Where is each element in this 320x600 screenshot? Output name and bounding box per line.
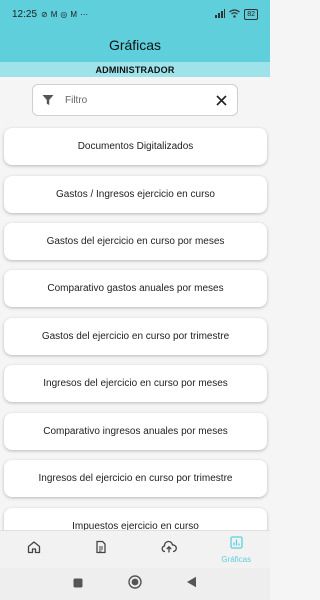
nav-documents[interactable] — [68, 531, 136, 568]
list-item-label: Documentos Digitalizados — [77, 141, 194, 152]
nav-graficas[interactable]: Gráficas — [203, 531, 271, 568]
gmail-icon: M — [70, 9, 78, 19]
recents-button[interactable] — [68, 574, 88, 594]
sync-off-icon: ⊘ — [41, 9, 48, 19]
list-item[interactable]: Impuestos ejercicio en curso — [4, 508, 267, 530]
more-icon: ⋯ — [80, 9, 89, 19]
list-item[interactable]: Gastos del ejercicio en curso por trimes… — [4, 318, 267, 355]
wifi-icon — [229, 8, 241, 20]
cloud-upload-icon — [161, 540, 177, 559]
page-title: Gráficas — [108, 37, 162, 53]
close-icon[interactable] — [213, 92, 229, 108]
list-item-label: Ingresos del ejercicio en curso por trim… — [38, 473, 233, 484]
signal-icon — [215, 8, 226, 20]
bottom-nav: Gráficas — [0, 530, 270, 568]
filter-input[interactable] — [65, 94, 213, 106]
list-item[interactable]: Comparativo ingresos anuales por meses — [4, 413, 267, 450]
nav-upload[interactable] — [135, 531, 203, 568]
list-item[interactable]: Comparativo gastos anuales por meses — [4, 270, 267, 307]
list-item-label: Gastos del ejercicio en curso por meses — [46, 236, 225, 247]
system-nav-bar — [0, 568, 270, 600]
status-bar: 12:25 ⊘ M ◎ M ⋯ 82 — [0, 0, 270, 28]
filter-field[interactable] — [32, 84, 238, 116]
list-item-label: Comparativo gastos anuales por meses — [47, 283, 224, 294]
gmail-icon: M — [50, 9, 58, 19]
list-item-label: Gastos / Ingresos ejercicio en curso — [56, 189, 215, 200]
square-icon — [73, 575, 83, 593]
instagram-icon: ◎ — [60, 9, 68, 19]
app-bar: Gráficas — [0, 28, 270, 62]
list-item[interactable]: Ingresos del ejercicio en curso por mese… — [4, 365, 267, 402]
list-item[interactable]: Ingresos del ejercicio en curso por trim… — [4, 460, 267, 497]
list-item-label: Gastos del ejercicio en curso por trimes… — [41, 331, 230, 342]
home-button[interactable] — [125, 574, 145, 594]
home-icon — [27, 540, 41, 559]
triangle-back-icon — [186, 575, 197, 593]
filter-icon — [41, 93, 55, 107]
list-item[interactable]: Gastos del ejercicio en curso por meses — [4, 223, 267, 260]
list-item-label: Ingresos del ejercicio en curso por mese… — [43, 378, 228, 389]
back-button[interactable] — [182, 574, 202, 594]
nav-home[interactable] — [0, 531, 68, 568]
battery-icon: 82 — [244, 8, 258, 20]
circle-icon — [128, 574, 142, 594]
chart-list: Documentos Digitalizados Gastos / Ingres… — [0, 126, 270, 530]
document-icon — [94, 540, 108, 559]
nav-graficas-label: Gráficas — [221, 554, 252, 564]
role-label: ADMINISTRADOR — [0, 62, 270, 77]
list-item[interactable]: Documentos Digitalizados — [4, 128, 267, 165]
list-item-label: Impuestos ejercicio en curso — [72, 521, 199, 530]
list-item[interactable]: Gastos / Ingresos ejercicio en curso — [4, 176, 267, 213]
list-item-label: Comparativo ingresos anuales por meses — [43, 426, 228, 437]
status-time: 12:25 — [12, 8, 38, 20]
chart-icon — [230, 535, 243, 554]
